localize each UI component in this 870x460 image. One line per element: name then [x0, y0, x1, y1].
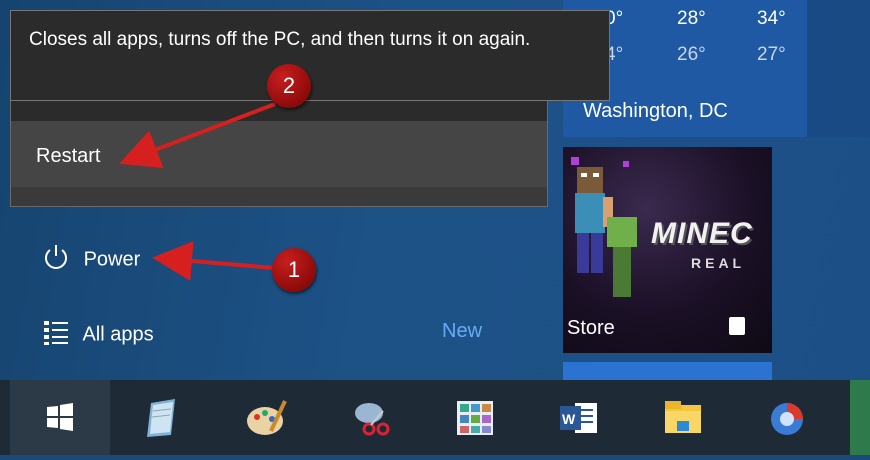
arrow-to-power [152, 241, 276, 281]
annotation-arrows [119, 102, 276, 281]
step-1-badge: 1 [272, 248, 316, 292]
arrow-to-restart [119, 102, 276, 169]
step-2-badge: 2 [267, 64, 311, 108]
